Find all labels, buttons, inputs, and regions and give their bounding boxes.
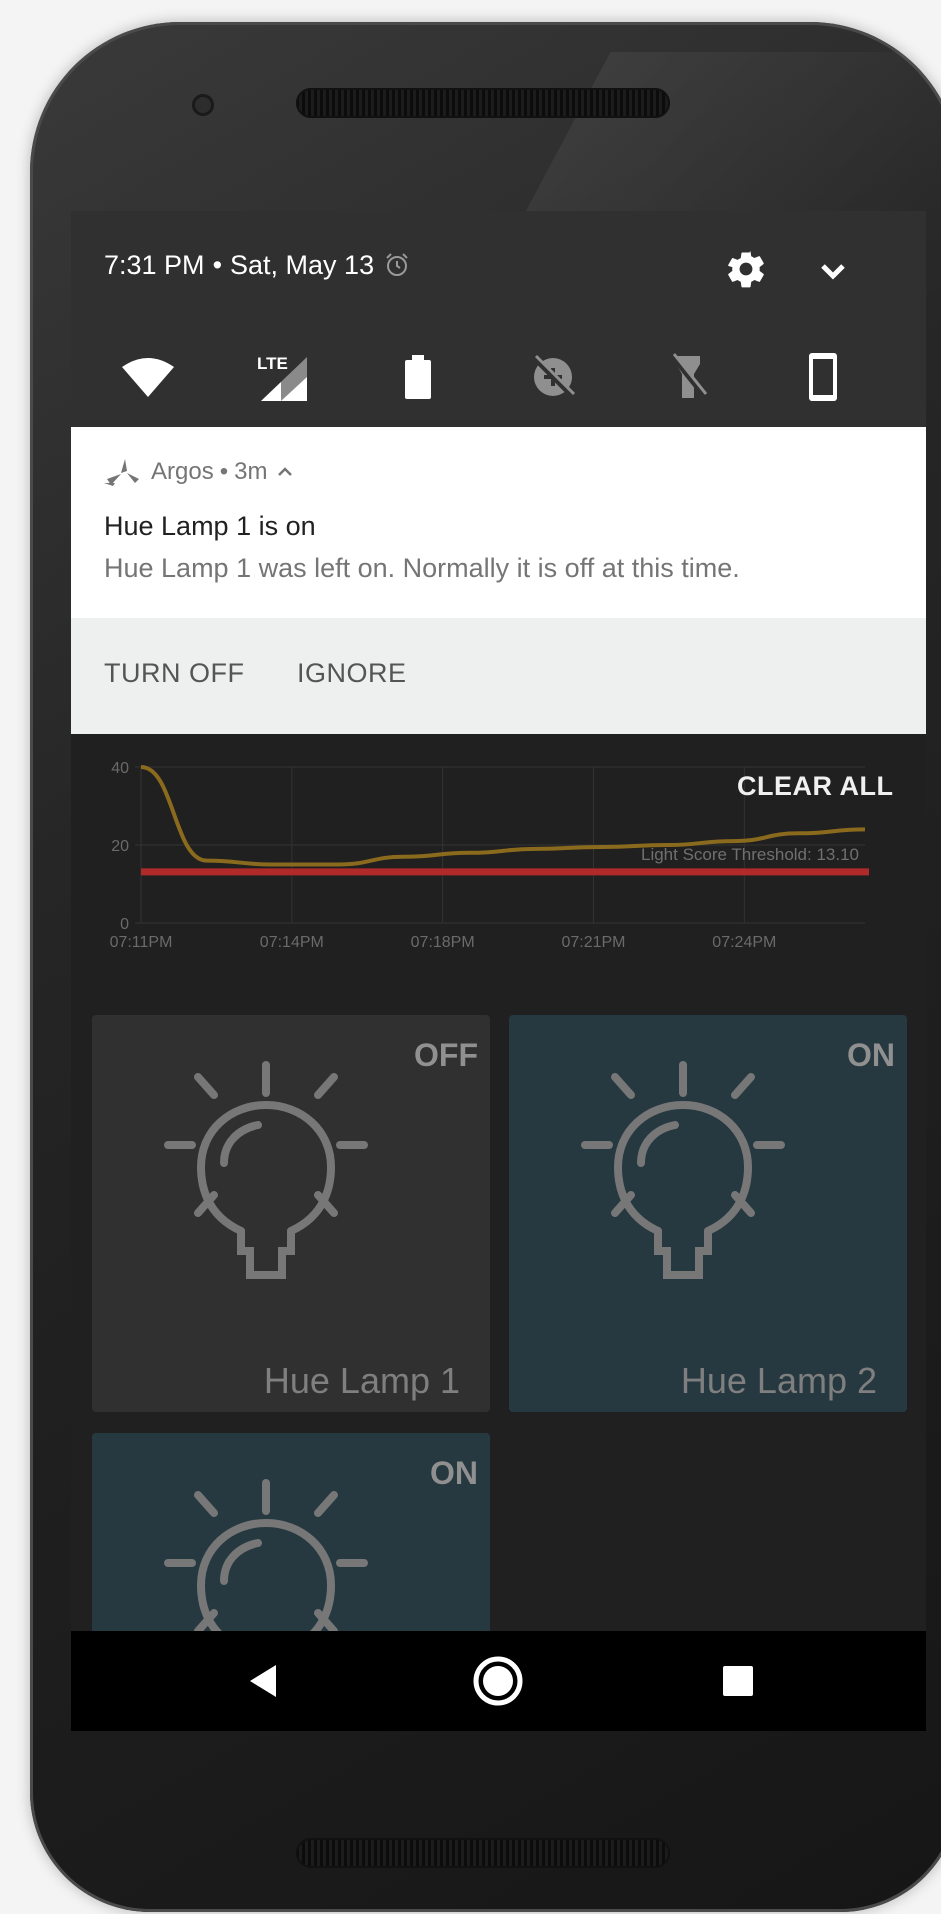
notification-app-name: Argos <box>151 458 214 485</box>
notification-time: 3m <box>234 458 268 485</box>
threshold-label: Light Score Threshold: 13.10 <box>641 845 859 864</box>
status-date: Sat, May 13 <box>230 249 375 280</box>
notification-actions: TURN OFF IGNORE <box>71 618 926 734</box>
argos-logo-icon <box>104 459 139 486</box>
notification-title: Hue Lamp 1 is on <box>104 511 316 541</box>
notification-separator: • <box>219 458 229 485</box>
device-state: OFF <box>414 1037 478 1073</box>
status-row: 7:31 PM • Sat, May 13 <box>104 245 410 285</box>
lte-label: LTE <box>257 354 288 373</box>
back-triangle-icon <box>250 1665 276 1697</box>
navigation-bar <box>71 1631 926 1731</box>
home-circle-icon <box>473 1656 523 1706</box>
clear-all-button[interactable]: CLEAR ALL <box>737 771 893 802</box>
device-card-hue-lamp-2[interactable]: ON Hue Lamp 2 <box>509 1015 907 1412</box>
data-saver-off-icon <box>532 354 576 398</box>
lightbulb-icon <box>164 1061 368 1279</box>
quick-settings-shade: 7:31 PM • Sat, May 13 LTE <box>71 211 926 427</box>
flashlight-off-icon <box>670 353 708 398</box>
signal-lte-icon: LTE <box>257 354 307 401</box>
device-state: ON <box>430 1455 478 1491</box>
notification-card[interactable]: Argos • 3m Hue Lamp 1 is on Hue Lamp 1 w… <box>71 427 926 734</box>
back-button[interactable] <box>233 1651 293 1711</box>
light-score-chart: 0 20 40 07:11PM 07:14PM 07:18PM 07:21PM 07:24PM… <box>110 760 869 951</box>
recents-square-icon <box>723 1666 753 1696</box>
wifi-tile[interactable] <box>112 341 184 413</box>
home-button[interactable] <box>468 1651 528 1711</box>
y-tick-label: 0 <box>120 916 129 933</box>
top-speaker <box>296 88 670 118</box>
x-tick-label: 07:24PM <box>712 934 776 951</box>
device-name: Hue Lamp 2 <box>680 1360 877 1401</box>
lightbulb-shape <box>581 1061 785 1279</box>
bottom-speaker <box>296 1838 670 1868</box>
expand-button[interactable] <box>813 251 853 291</box>
chevron-down-icon <box>821 264 845 280</box>
lightbulb-shape <box>164 1061 368 1279</box>
gear-icon <box>728 251 764 288</box>
wifi-icon <box>122 358 174 397</box>
turn-off-button[interactable]: TURN OFF <box>104 658 244 689</box>
data-saver-tile[interactable] <box>517 341 589 413</box>
lightbulb-icon <box>581 1061 785 1279</box>
flashlight-tile[interactable] <box>652 341 724 413</box>
x-tick-label: 07:21PM <box>561 934 625 951</box>
notification-header: Argos • 3m <box>103 457 295 487</box>
quick-settings-tiles: LTE <box>71 341 926 413</box>
rotation-tile[interactable] <box>787 341 859 413</box>
notification-text: Hue Lamp 1 was left on. Normally it is o… <box>104 553 740 583</box>
alarm-icon <box>386 253 408 276</box>
status-time: 7:31 PM <box>104 249 205 280</box>
ignore-button[interactable]: IGNORE <box>297 658 407 689</box>
device-card-hue-lamp-1[interactable]: OFF Hue Lamp 1 <box>92 1015 490 1412</box>
phone-portrait-icon <box>809 353 837 401</box>
screen: 7:31 PM • Sat, May 13 LTE Argos • 3m Hue… <box>71 211 926 1731</box>
device-name: Hue Lamp 1 <box>263 1360 460 1401</box>
battery-tile[interactable] <box>382 341 454 413</box>
settings-button[interactable] <box>724 247 768 291</box>
device-state: ON <box>847 1037 895 1073</box>
battery-icon <box>405 355 431 399</box>
recents-button[interactable] <box>708 1651 768 1711</box>
y-tick-label: 40 <box>111 760 129 777</box>
front-camera <box>192 94 214 116</box>
y-tick-label: 20 <box>111 838 129 855</box>
x-tick-label: 07:18PM <box>411 934 475 951</box>
x-tick-label: 07:11PM <box>110 934 173 951</box>
x-tick-label: 07:14PM <box>260 934 324 951</box>
cellular-tile[interactable]: LTE <box>247 341 319 413</box>
chevron-up-icon[interactable] <box>275 462 295 482</box>
status-separator: • <box>212 249 223 280</box>
